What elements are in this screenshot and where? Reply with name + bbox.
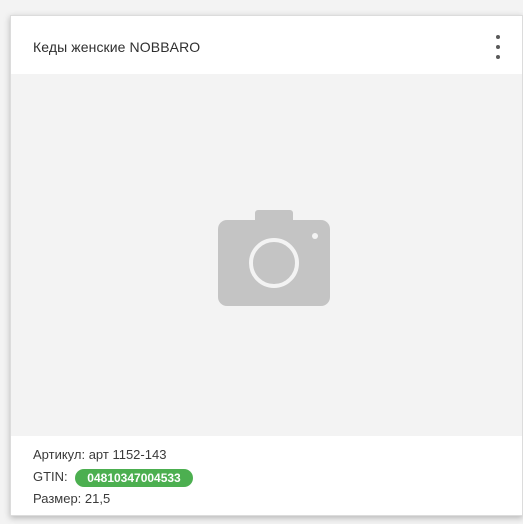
menu-dot xyxy=(496,55,500,59)
product-card[interactable]: Кеды женские NOBBARO Артикул: арт 1152-1… xyxy=(10,15,523,516)
more-vert-icon[interactable] xyxy=(488,32,508,62)
gtin-label: GTIN: xyxy=(33,469,68,484)
size-label: Размер: xyxy=(33,491,82,506)
size-row: Размер: 21,5 xyxy=(33,488,522,510)
card-details: Артикул: арт 1152-143 GTIN: 048103470045… xyxy=(11,436,522,515)
menu-dot xyxy=(496,45,500,49)
article-row: Артикул: арт 1152-143 xyxy=(33,444,522,466)
camera-icon xyxy=(218,210,330,306)
card-header: Кеды женские NOBBARO xyxy=(11,16,522,74)
gtin-row: GTIN: 04810347004533 xyxy=(33,466,522,488)
menu-dot xyxy=(496,35,500,39)
article-label: Артикул: xyxy=(33,447,86,462)
article-value: арт 1152-143 xyxy=(88,447,167,462)
size-value: 21,5 xyxy=(84,491,111,506)
product-title: Кеды женские NOBBARO xyxy=(33,39,201,55)
gtin-badge: 04810347004533 xyxy=(75,468,193,487)
product-image-placeholder xyxy=(11,74,522,436)
